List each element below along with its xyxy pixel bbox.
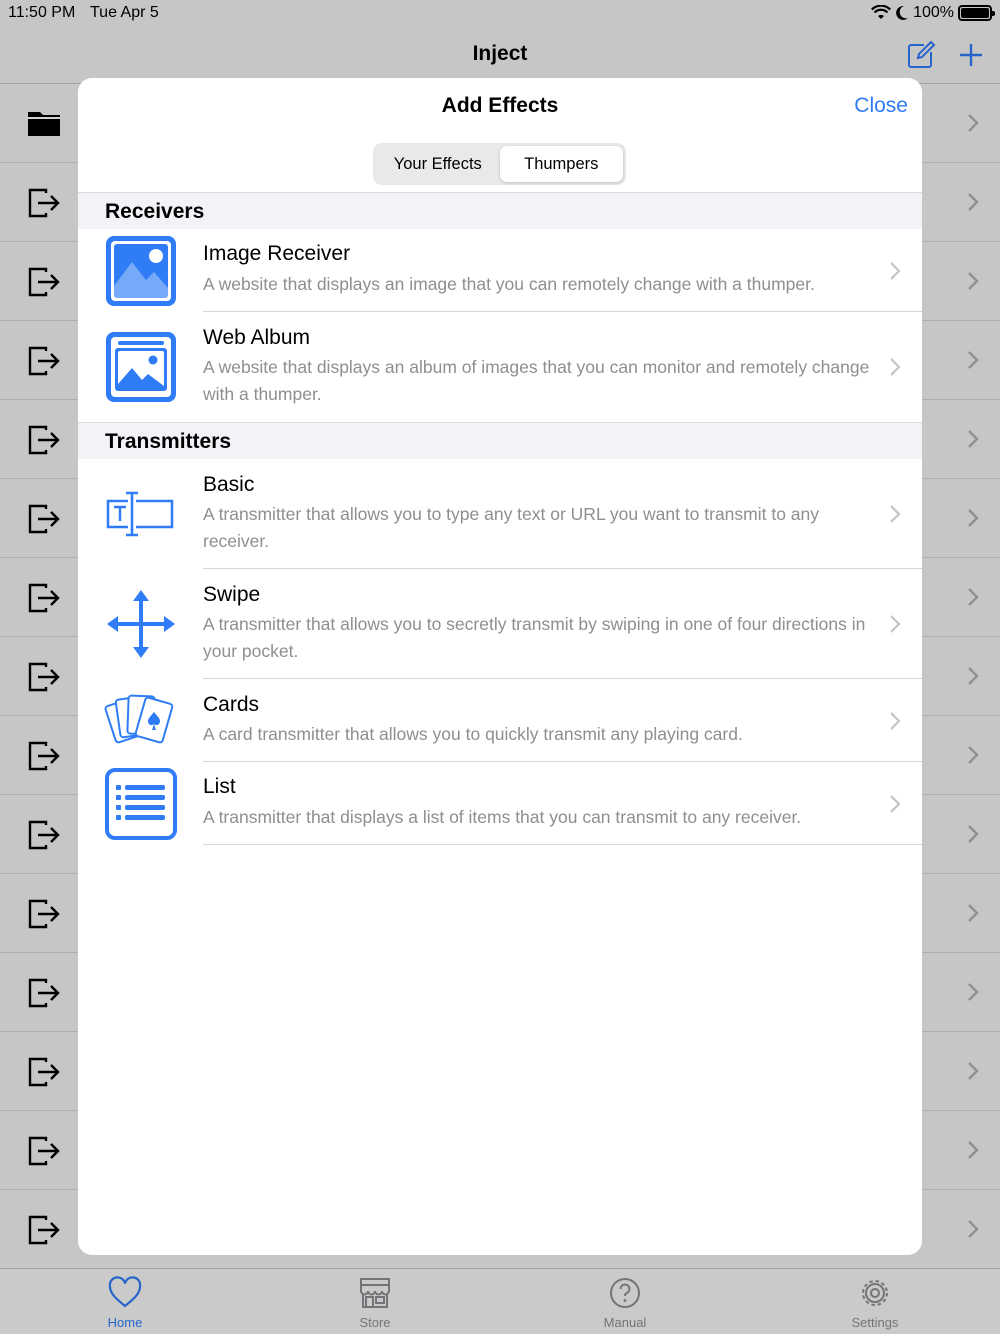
segmented-control: Your Effects Thumpers (373, 143, 626, 185)
cell-subtitle: A transmitter that displays a list of it… (203, 807, 802, 827)
cell-title: Basic (203, 473, 255, 496)
close-button[interactable]: Close (854, 94, 908, 118)
list-item-image-receiver[interactable]: Image Receiver A website that displays a… (78, 229, 922, 312)
four-arrows-icon (107, 590, 175, 658)
add-effects-modal: Add Effects Close Your Effects Thumpers … (78, 78, 922, 1255)
list-icon (105, 768, 177, 840)
text-field-icon (106, 491, 174, 537)
cell-title: Web Album (203, 326, 310, 349)
modal-title: Add Effects (441, 94, 559, 117)
cell-subtitle: A transmitter that allows you to secretl… (203, 614, 866, 661)
list-item-basic[interactable]: Basic A transmitter that allows you to t… (78, 459, 922, 569)
list-item-web-album[interactable]: Web Album A website that displays an alb… (78, 312, 922, 422)
list-item-list[interactable]: List A transmitter that displays a list … (78, 762, 922, 845)
list-item-swipe[interactable]: Swipe A transmitter that allows you to s… (78, 569, 922, 679)
cell-subtitle: A website that displays an image that yo… (203, 274, 815, 294)
segment-thumpers[interactable]: Thumpers (499, 146, 623, 182)
cell-title: Cards (203, 693, 260, 716)
playing-cards-icon (104, 694, 174, 744)
cell-title: List (203, 775, 236, 798)
cell-subtitle: A card transmitter that allows you to qu… (203, 724, 743, 744)
section-header-transmitters: Transmitters (78, 422, 922, 459)
section-header-receivers: Receivers (78, 192, 922, 229)
separator (203, 844, 922, 845)
segment-your-effects[interactable]: Your Effects (376, 146, 500, 182)
chevron-right-icon (890, 615, 901, 633)
cell-title: Image Receiver (203, 242, 351, 265)
chevron-right-icon (890, 712, 901, 730)
chevron-right-icon (890, 358, 901, 376)
cell-subtitle: A transmitter that allows you to type an… (203, 504, 820, 551)
chevron-right-icon (890, 795, 901, 813)
cell-title: Swipe (203, 583, 261, 606)
image-icon (106, 236, 176, 306)
cell-subtitle: A website that displays an album of imag… (203, 357, 870, 404)
photo-album-icon (106, 332, 176, 402)
chevron-right-icon (890, 505, 901, 523)
chevron-right-icon (890, 262, 901, 280)
list-item-cards[interactable]: Cards A card transmitter that allows you… (78, 679, 922, 762)
